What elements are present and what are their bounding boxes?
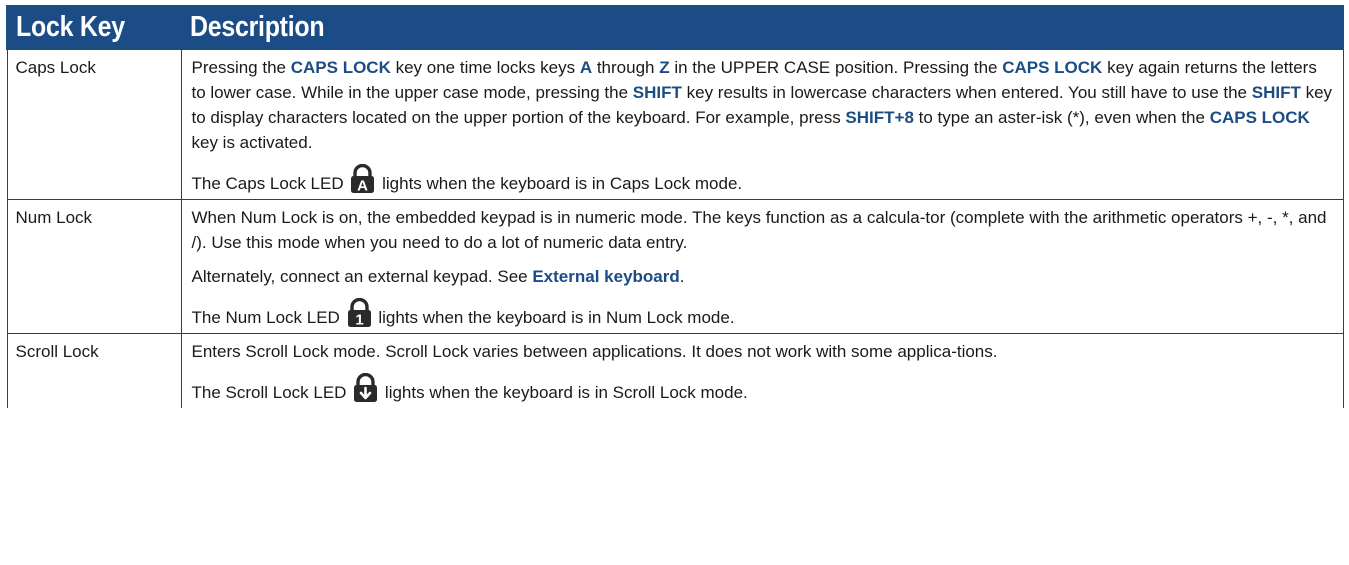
table-row: Caps Lock Pressing the CAPS LOCK key one…: [6, 48, 1344, 200]
caps-lock-paragraph: Pressing the CAPS LOCK key one time lock…: [191, 58, 1333, 152]
table-row: Num Lock When Num Lock is on, the embedd…: [6, 199, 1344, 334]
row-description-scroll-lock: Enters Scroll Lock mode. Scroll Lock var…: [180, 333, 1344, 408]
svg-text:1: 1: [355, 312, 363, 329]
external-keyboard-link[interactable]: External keyboard: [532, 267, 679, 286]
row-key-caps-lock: Caps Lock: [6, 48, 182, 200]
header-lock-key: Lock Key: [6, 5, 182, 50]
num-lock-paragraph: When Num Lock is on, the embedded keypad…: [191, 208, 1327, 252]
num-lock-led-icon: 1: [347, 298, 371, 329]
scroll-lock-led-line: The Scroll Lock LED lights when the keyb…: [192, 373, 1335, 405]
svg-text:A: A: [357, 178, 368, 195]
row-description-num-lock: When Num Lock is on, the embedded keypad…: [180, 199, 1344, 334]
lock-key-table: Lock Key Description Caps Lock Pressing …: [6, 5, 1344, 408]
row-description-caps-lock: Pressing the CAPS LOCK key one time lock…: [180, 48, 1344, 200]
scroll-lock-paragraph: Enters Scroll Lock mode. Scroll Lock var…: [191, 342, 998, 361]
row-key-num-lock: Num Lock: [6, 199, 182, 334]
header-row: Lock Key Description: [6, 5, 1344, 50]
num-lock-led-line: The Num Lock LED 1 lights when the keybo…: [192, 298, 1335, 330]
row-key-scroll-lock: Scroll Lock: [6, 333, 182, 408]
num-lock-alternate-line: Alternately, connect an external keypad.…: [191, 267, 685, 286]
header-description: Description: [180, 5, 1344, 50]
caps-lock-led-icon: A: [351, 164, 375, 195]
table-row: Scroll Lock Enters Scroll Lock mode. Scr…: [6, 333, 1344, 408]
scroll-lock-led-icon: [354, 373, 378, 402]
caps-lock-led-line: The Caps Lock LED A lights when the keyb…: [192, 164, 1335, 196]
